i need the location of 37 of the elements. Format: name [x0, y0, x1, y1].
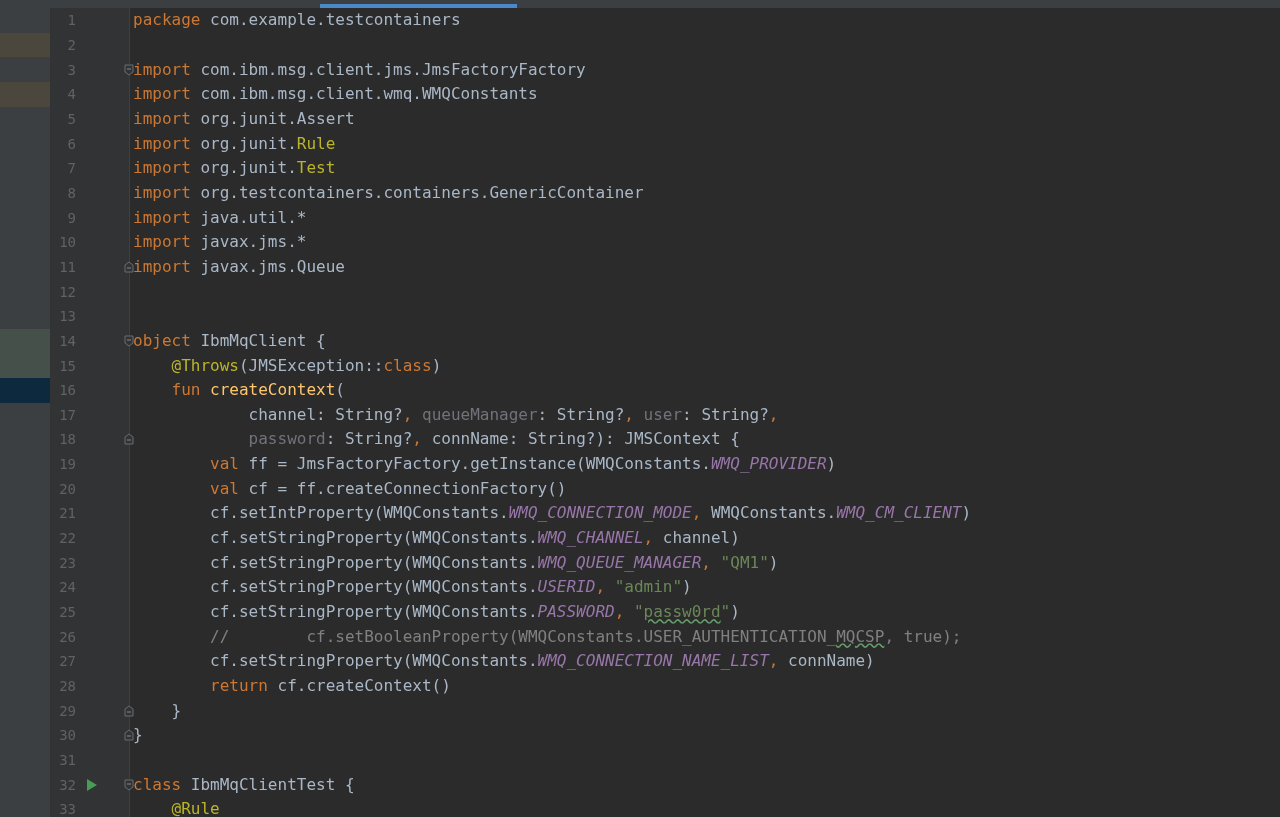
- code-line: import javax.jms.*: [133, 232, 307, 253]
- code-line: @Throws(JMSException::class): [170, 355, 442, 376]
- code-line: channel: String?, queueManager: String?, user: String?,: [247, 404, 779, 425]
- code-line: return cf.createContext(): [209, 676, 451, 697]
- code-line: val cf = ff.createConnectionFactory(): [209, 478, 567, 499]
- code-line: cf.setStringProperty(WMQConstants.WMQ_CONNECTION_NAME_LIST, connName): [209, 651, 875, 672]
- code-line: cf.setStringProperty(WMQConstants.WMQ_CHANNEL, channel): [209, 528, 740, 549]
- fold-marker-icon[interactable]: [124, 334, 134, 347]
- code-line: @Rule: [170, 799, 220, 817]
- play-icon[interactable]: [87, 778, 97, 791]
- fold-marker-icon[interactable]: [124, 63, 134, 76]
- fold-marker-icon[interactable]: [124, 704, 134, 717]
- code-line: }: [170, 700, 182, 721]
- code-line: import org.junit.Rule: [133, 133, 336, 154]
- code-line: fun createContext(: [170, 380, 345, 401]
- fold-marker-icon[interactable]: [124, 433, 134, 446]
- code-line: val ff = JmsFactoryFactory.getInstance(WMQConstants.WMQ_PROVIDER): [209, 454, 837, 475]
- code-line: import org.testcontainers.containers.GenericContainer: [133, 182, 644, 203]
- code-line: cf.setStringProperty(WMQConstants.WMQ_QUEUE_MANAGER, "QM1"): [209, 552, 779, 573]
- code-line: cf.setStringProperty(WMQConstants.PASSWORD, "passw0rd"): [209, 602, 740, 623]
- code-line: import javax.jms.Queue: [133, 256, 345, 277]
- code-line: package com.example.testcontainers: [133, 10, 461, 31]
- fold-marker-icon[interactable]: [124, 729, 134, 742]
- code-line: // cf.setBooleanProperty(WMQConstants.USER_AUTHENTICATION_MQCSP, true);: [209, 626, 962, 647]
- code-line: import java.util.*: [133, 207, 307, 228]
- code-line: object IbmMqClient {: [133, 330, 326, 351]
- code-line: }: [133, 725, 143, 746]
- fold-marker-icon[interactable]: [124, 778, 134, 791]
- code-line: import com.ibm.msg.client.jms.JmsFactoryFactory: [133, 59, 586, 80]
- code-line: password: String?, connName: String?): JMSContext {: [247, 429, 740, 450]
- code-line: import com.ibm.msg.client.wmq.WMQConstants: [133, 84, 538, 105]
- code-line: import org.junit.Test: [133, 158, 336, 179]
- code-line: import org.junit.Assert: [133, 108, 355, 129]
- code-line: cf.setIntProperty(WMQConstants.WMQ_CONNECTION_MODE, WMQConstants.WMQ_CM_CLIENT): [209, 503, 972, 524]
- code-line: class IbmMqClientTest {: [133, 774, 355, 795]
- code-line: cf.setStringProperty(WMQConstants.USERID, "admin"): [209, 577, 692, 598]
- fold-marker-icon[interactable]: [124, 260, 134, 273]
